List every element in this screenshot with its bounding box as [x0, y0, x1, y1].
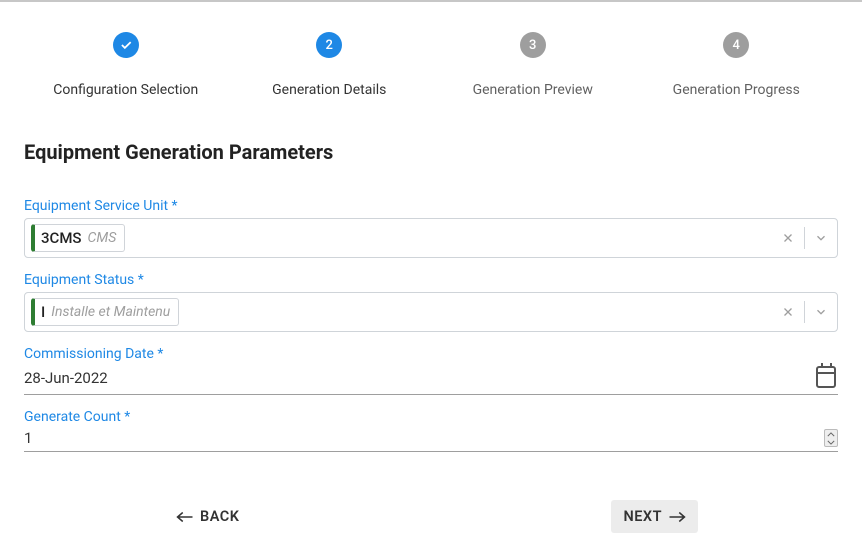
step-generation-preview[interactable]: 3 Generation Preview [431, 32, 635, 98]
step-label-1: Configuration Selection [53, 82, 198, 98]
spinner-down-icon[interactable] [825, 438, 837, 446]
close-icon [781, 305, 795, 319]
step-label-3: Generation Preview [473, 82, 593, 98]
input-generate-count[interactable]: 1 [24, 429, 838, 452]
field-commissioning-date: Commissioning Date * 28-Jun-2022 [24, 346, 838, 395]
select-status[interactable]: I Installe et Maintenu [24, 292, 838, 332]
step-label-2: Generation Details [272, 82, 386, 98]
step-generation-progress[interactable]: 4 Generation Progress [635, 32, 839, 98]
back-button[interactable]: BACK [164, 500, 251, 533]
field-generate-count: Generate Count * 1 [24, 409, 838, 452]
dropdown-service-unit[interactable] [805, 219, 837, 257]
check-icon [119, 38, 133, 52]
tag-service-unit-code: 3CMS [41, 229, 82, 247]
label-commissioning-date: Commissioning Date * [24, 346, 838, 362]
close-icon [781, 231, 795, 245]
number-spinner[interactable] [824, 429, 838, 447]
step-label-4: Generation Progress [673, 82, 800, 98]
label-generate-count: Generate Count * [24, 409, 838, 425]
field-service-unit: Equipment Service Unit * 3CMS CMS [24, 198, 838, 258]
back-button-label: BACK [200, 508, 239, 525]
spinner-up-icon[interactable] [825, 430, 837, 438]
dropdown-status[interactable] [805, 293, 837, 331]
step-circle-1 [113, 32, 139, 58]
tag-status-desc: Installe et Maintenu [51, 304, 170, 320]
section-title: Equipment Generation Parameters [24, 140, 838, 164]
next-button-label: NEXT [623, 508, 662, 525]
tag-service-unit[interactable]: 3CMS CMS [31, 224, 125, 252]
wizard-nav: BACK NEXT [24, 466, 838, 533]
tag-status[interactable]: I Installe et Maintenu [31, 298, 179, 326]
value-commissioning-date: 28-Jun-2022 [24, 369, 816, 387]
chevron-down-icon [814, 231, 828, 245]
tag-service-unit-desc: CMS [88, 230, 117, 246]
clear-service-unit[interactable] [772, 219, 804, 257]
input-commissioning-date[interactable]: 28-Jun-2022 [24, 366, 838, 395]
label-status: Equipment Status * [24, 272, 838, 288]
value-generate-count: 1 [24, 429, 824, 447]
next-button[interactable]: NEXT [611, 500, 698, 533]
calendar-icon[interactable] [816, 366, 836, 388]
stepper: Configuration Selection 2 Generation Det… [0, 2, 862, 122]
tag-status-code: I [41, 303, 45, 321]
chevron-down-icon [814, 305, 828, 319]
select-service-unit[interactable]: 3CMS CMS [24, 218, 838, 258]
step-circle-3: 3 [520, 32, 546, 58]
step-configuration-selection[interactable]: Configuration Selection [24, 32, 228, 98]
step-circle-2: 2 [316, 32, 342, 58]
step-circle-4: 4 [723, 32, 749, 58]
field-status: Equipment Status * I Installe et Mainten… [24, 272, 838, 332]
arrow-right-icon [668, 510, 686, 524]
label-service-unit: Equipment Service Unit * [24, 198, 838, 214]
arrow-left-icon [176, 510, 194, 524]
clear-status[interactable] [772, 293, 804, 331]
step-generation-details[interactable]: 2 Generation Details [228, 32, 432, 98]
